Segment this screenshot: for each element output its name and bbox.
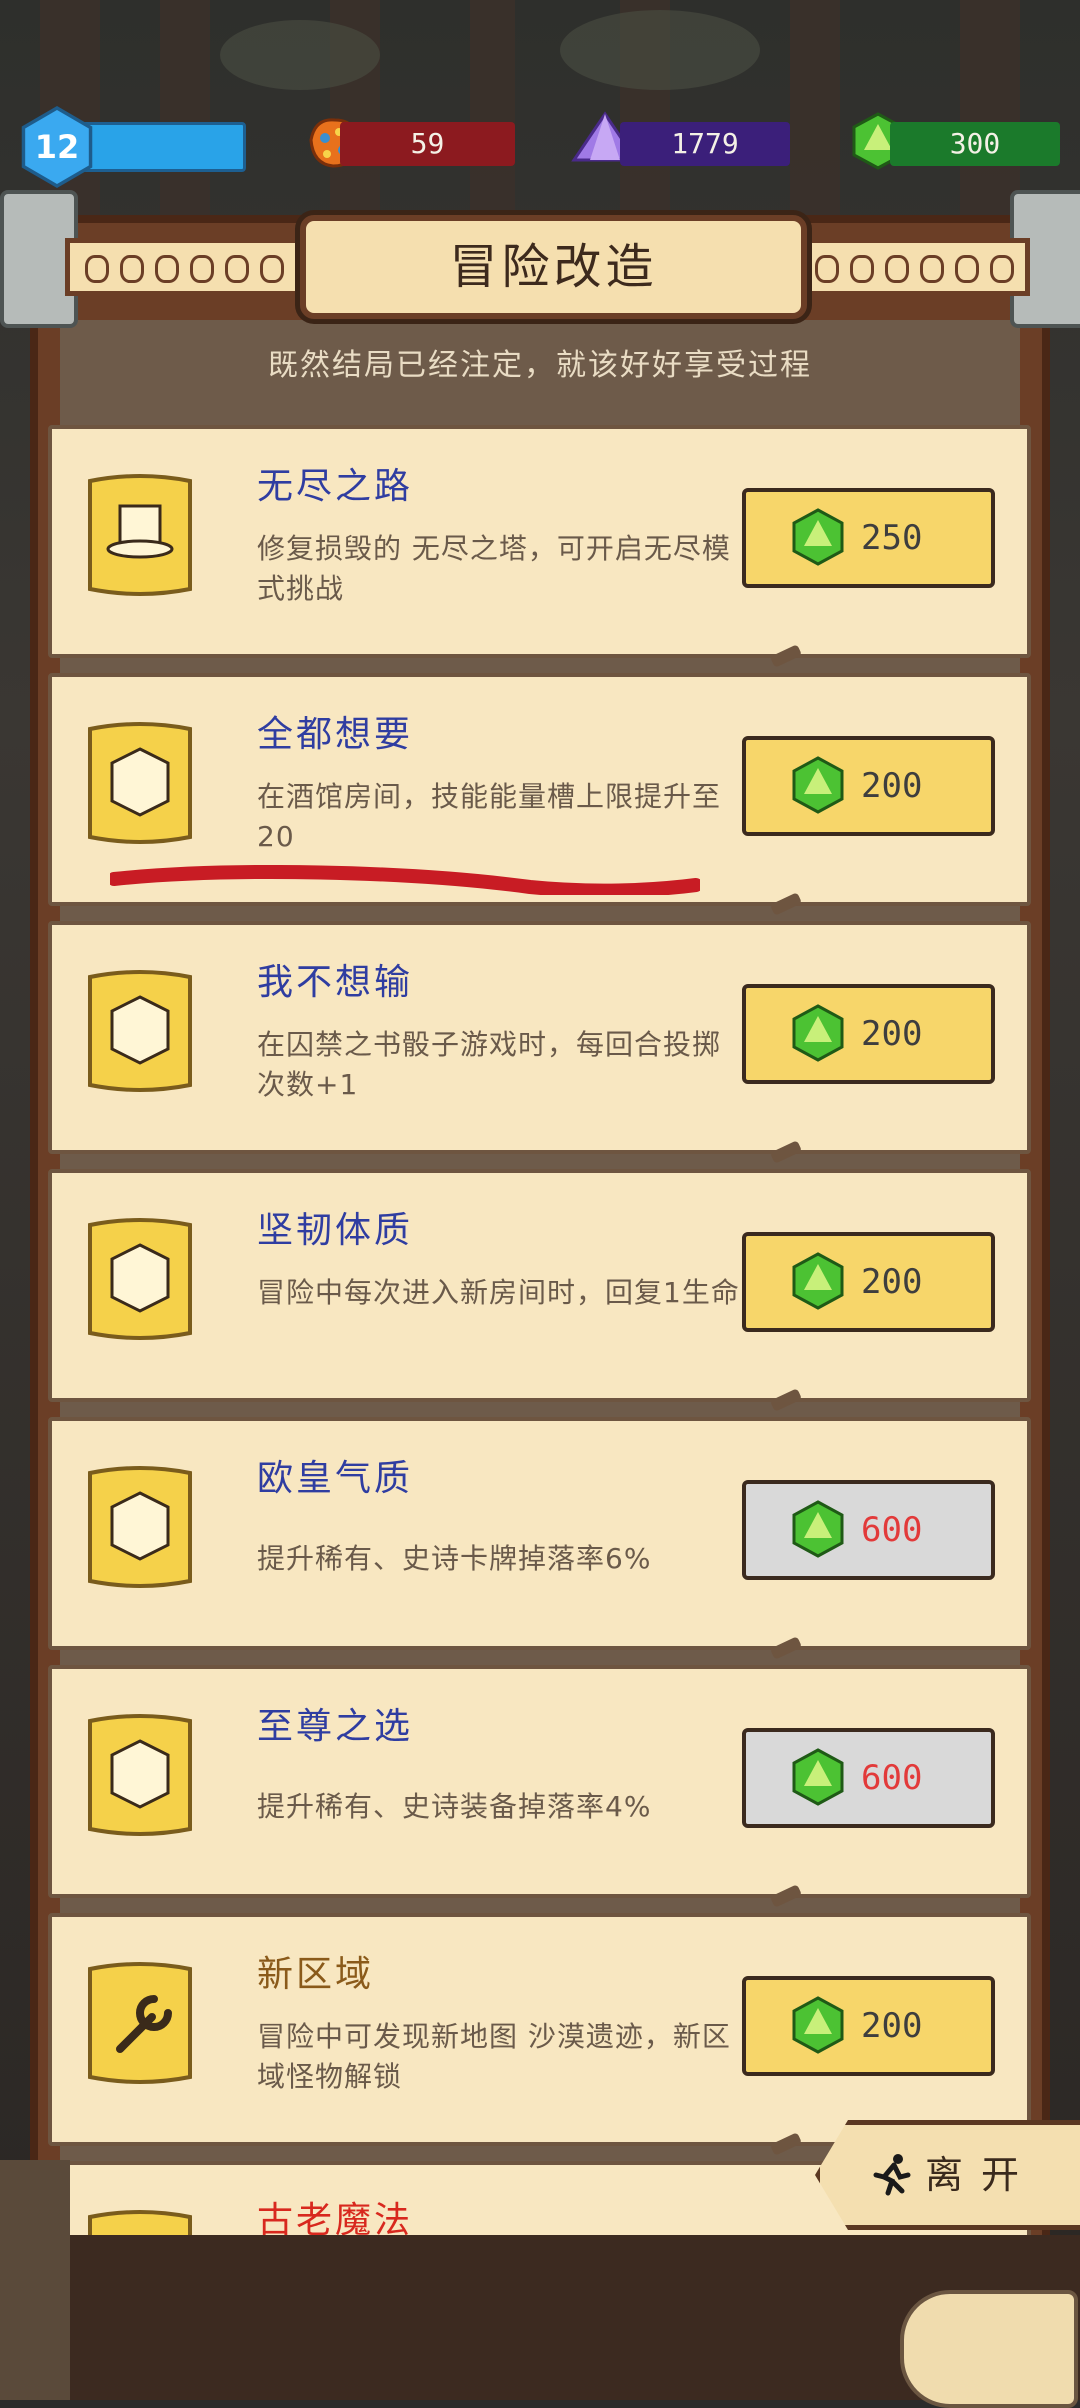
scroll-decor xyxy=(900,2290,1078,2408)
buy-button[interactable]: 200 xyxy=(742,1232,995,1332)
gem-count: 300 xyxy=(949,127,1001,160)
upgrade-card[interactable]: 至尊之选 提升稀有、史诗装备掉落率4% 600 xyxy=(48,1665,1031,1908)
candy-counter: 59 xyxy=(340,122,515,166)
wrench-scroll-icon xyxy=(88,1962,192,2084)
hat-scroll-icon xyxy=(88,474,192,596)
upgrade-description: 在酒馆房间，技能能量槽上限提升至20 xyxy=(257,780,722,853)
foliage xyxy=(560,10,760,90)
leave-button[interactable]: 离开 xyxy=(815,2120,1080,2230)
dice-scroll-icon xyxy=(88,722,192,844)
pin-icon xyxy=(769,644,803,668)
price-label: 600 xyxy=(861,1758,923,1798)
upgrade-card[interactable]: 坚韧体质 冒险中每次进入新房间时，回复1生命 200 xyxy=(48,1169,1031,1412)
price-label: 200 xyxy=(861,1014,923,1054)
upgrade-title: 坚韧体质 xyxy=(257,1210,414,1251)
level-progress-fill xyxy=(73,125,233,169)
pin-icon xyxy=(769,1388,803,1412)
buy-button[interactable]: 200 xyxy=(742,736,995,836)
upgrade-description: 提升稀有、史诗装备掉落率4% xyxy=(257,1790,652,1823)
upgrade-list[interactable]: 无尽之路 修复损毁的 无尽之塔，可开启无尽模式挑战 250 全都想要 在酒馆房间… xyxy=(48,415,1033,2235)
leave-label: 离开 xyxy=(925,2153,1038,2197)
buy-button[interactable]: 200 xyxy=(742,984,995,1084)
currency-bar: 12 59 1779 300 xyxy=(0,106,1080,188)
pin-icon xyxy=(769,2132,803,2156)
upgrade-description: 提升稀有、史诗卡牌掉落率6% xyxy=(257,1542,652,1575)
pin-icon xyxy=(769,1636,803,1660)
price-label: 250 xyxy=(861,518,923,558)
price-label: 600 xyxy=(861,1510,923,1550)
gem-icon xyxy=(792,508,844,566)
upgrade-title: 欧皇气质 xyxy=(257,1458,414,1499)
gem-icon xyxy=(792,1004,844,1062)
foliage xyxy=(220,20,380,90)
title-rail-right xyxy=(790,238,1030,296)
buy-button[interactable]: 250 xyxy=(742,488,995,588)
running-man-icon xyxy=(873,2154,911,2196)
upgrade-title: 无尽之路 xyxy=(257,466,414,507)
candy-count: 59 xyxy=(410,127,445,160)
gem-icon xyxy=(792,1252,844,1310)
buy-button[interactable]: 200 xyxy=(742,1976,995,2076)
books-decor xyxy=(0,2160,70,2400)
upgrade-title: 古老魔法 xyxy=(257,2200,414,2235)
pin-icon xyxy=(769,1140,803,1164)
upgrade-card[interactable]: 我不想输 在囚禁之书骰子游戏时，每回合投掷次数+1 200 xyxy=(48,921,1031,1164)
price-label: 200 xyxy=(861,2006,923,2046)
gem-icon xyxy=(792,1996,844,2054)
gem-icon xyxy=(792,1748,844,1806)
prism-count: 1779 xyxy=(671,127,739,160)
title-plank: 冒险改造 xyxy=(300,215,807,319)
scroll-icon xyxy=(88,2210,192,2235)
upgrade-card[interactable]: 无尽之路 修复损毁的 无尽之塔，可开启无尽模式挑战 250 xyxy=(48,425,1031,668)
upgrade-description: 冒险中可发现新地图 沙漠遗迹，新区域怪物解锁 xyxy=(257,2020,731,2093)
price-label: 200 xyxy=(861,766,923,806)
pin-icon xyxy=(769,892,803,916)
dice-scroll-icon xyxy=(88,1218,192,1340)
gem-icon xyxy=(792,756,844,814)
upgrade-card[interactable]: 新区域 冒险中可发现新地图 沙漠遗迹，新区域怪物解锁 200 xyxy=(48,1913,1031,2156)
upgrade-title: 至尊之选 xyxy=(257,1706,414,1747)
title-rail-left xyxy=(65,238,320,296)
gem-icon xyxy=(792,1500,844,1558)
buy-button-disabled[interactable]: 600 xyxy=(742,1480,995,1580)
underline-annotation xyxy=(110,865,700,895)
price-label: 200 xyxy=(861,1262,923,1302)
dice-scroll-icon xyxy=(88,970,192,1092)
gem-counter: 300 xyxy=(890,122,1060,166)
upgrade-description: 修复损毁的 无尽之塔，可开启无尽模式挑战 xyxy=(257,532,731,605)
upgrade-card[interactable]: 欧皇气质 提升稀有、史诗卡牌掉落率6% 600 xyxy=(48,1417,1031,1660)
pin-icon xyxy=(769,1884,803,1908)
upgrade-title: 全都想要 xyxy=(257,714,414,755)
prism-counter: 1779 xyxy=(620,122,790,166)
dice-scroll-icon xyxy=(88,1714,192,1836)
page-title: 冒险改造 xyxy=(449,239,658,295)
upgrade-description: 在囚禁之书骰子游戏时，每回合投掷次数+1 xyxy=(257,1028,722,1101)
buy-button-disabled[interactable]: 600 xyxy=(742,1728,995,1828)
upgrade-title: 新区域 xyxy=(257,1954,375,1995)
level-progress-bar xyxy=(70,122,246,172)
page-subtitle: 既然结局已经注定，就该好好享受过程 xyxy=(268,348,812,383)
dice-scroll-icon xyxy=(88,1466,192,1588)
upgrade-description: 冒险中每次进入新房间时，回复1生命 xyxy=(257,1276,740,1309)
upgrade-title: 我不想输 xyxy=(257,962,414,1003)
